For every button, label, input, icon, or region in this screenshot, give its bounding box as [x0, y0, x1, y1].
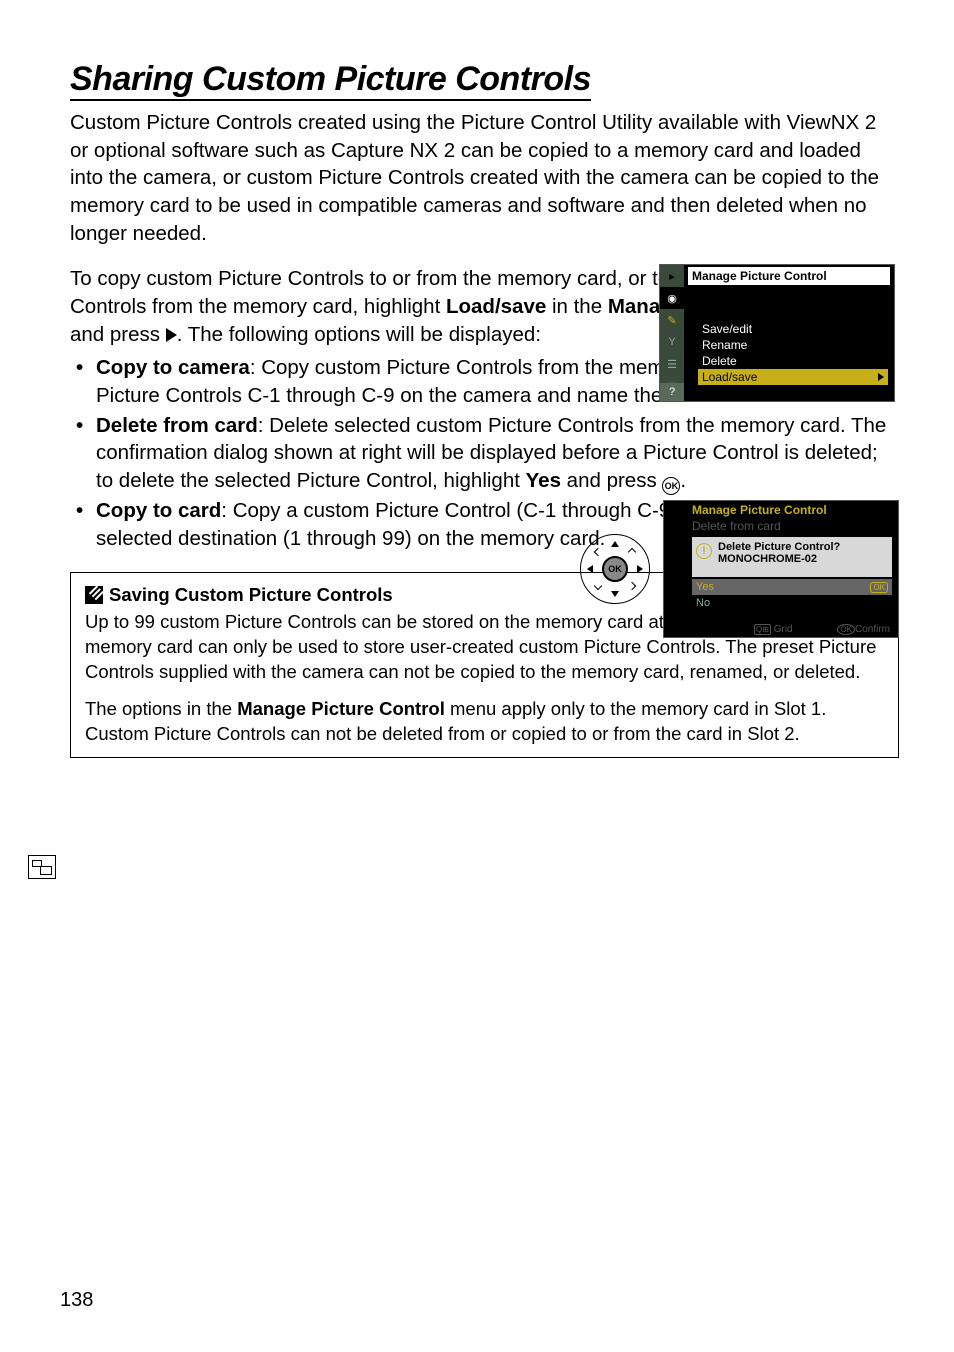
lcd1-title: Manage Picture Control [688, 267, 890, 285]
camera-menu-screenshot-1: Manage Picture Control ▸ ◉ ✎ Y ☰ ⊟ Save/… [659, 264, 895, 402]
ok-icon: OK [662, 477, 680, 495]
note-p2-a: The options in the [85, 698, 237, 719]
bullet2-text-b: and press [561, 469, 662, 492]
lcd2-option-no: No [692, 596, 714, 610]
lcd1-tab-playback-icon: ▸ [660, 265, 684, 287]
dpad-diag-icon [628, 582, 636, 590]
lcd1-item-rename: Rename [698, 337, 888, 353]
page-heading: Sharing Custom Picture Controls [70, 60, 591, 101]
lead-text-f: . The following options will be displaye… [177, 323, 541, 346]
dpad-down-icon [611, 591, 619, 597]
lead-text-c: in the [546, 295, 608, 318]
lcd1-tab-pencil-icon: ✎ [660, 309, 684, 331]
bullet3-title: Copy to card [96, 499, 221, 522]
bullet1-title: Copy to camera [96, 356, 250, 379]
lcd2-footer-grid: Q⊞ Grid [754, 624, 793, 635]
lcd2-ok-badge: OK [870, 582, 888, 593]
lcd2-footer-confirm: OKConfirm [837, 624, 890, 635]
dpad-diag-icon [594, 582, 602, 590]
lcd1-item-saveedit: Save/edit [698, 321, 888, 337]
lcd1-tab-camera-icon: ◉ [660, 287, 684, 309]
intro-paragraph: Custom Picture Controls created using th… [70, 109, 899, 247]
multi-selector-dpad-icon: OK [580, 534, 650, 604]
note-pencil-icon [85, 586, 103, 604]
lcd1-item-loadsave-label: Load/save [702, 370, 757, 384]
lcd2-yes-label: Yes [696, 581, 714, 593]
note-paragraph-2: The options in the Manage Picture Contro… [85, 697, 884, 747]
bullet-delete-from-card: Delete from card: Delete selected custom… [70, 412, 899, 495]
lcd1-tab-wrench-icon: Y [660, 331, 684, 353]
dpad-right-icon [637, 565, 643, 573]
lcd1-item-loadsave: Load/save [698, 369, 888, 385]
note-p2-bold: Manage Picture Control [237, 698, 445, 719]
lcd2-subtitle: Delete from card [692, 519, 781, 533]
lcd2-confirm-box: ! Delete Picture Control? MONOCHROME-02 [692, 537, 892, 577]
lcd2-footer-grid-label: Grid [774, 624, 793, 635]
lcd2-prompt-line2: MONOCHROME-02 [718, 553, 888, 565]
lcd2-option-yes: Yes OK [692, 579, 892, 595]
lead-bold-loadsave: Load/save [446, 295, 546, 318]
lcd1-help-icon: ? [660, 383, 684, 401]
right-arrow-icon [166, 328, 177, 342]
bullet2-text-c: . [680, 469, 686, 492]
page-number: 138 [60, 1289, 93, 1312]
lcd2-footer-confirm-label: Confirm [855, 624, 890, 635]
lcd2-prompt-line1: Delete Picture Control? [718, 541, 888, 553]
dpad-left-icon [587, 565, 593, 573]
bullet2-yes: Yes [526, 469, 561, 492]
lcd1-selected-arrow-icon [878, 373, 884, 381]
dpad-diag-icon [628, 548, 636, 556]
margin-tab-picture-icon [28, 855, 56, 879]
dpad-up-icon [611, 541, 619, 547]
note-heading-text: Saving Custom Picture Controls [109, 584, 393, 605]
warning-icon: ! [696, 543, 712, 559]
dpad-diag-icon [594, 548, 602, 556]
camera-menu-screenshot-2: Manage Picture Control Delete from card … [663, 500, 899, 638]
lcd1-tab-strip: ▸ ◉ ✎ Y ☰ ⊟ [660, 265, 684, 401]
lcd1-item-delete: Delete [698, 353, 888, 369]
bullet2-title: Delete from card [96, 414, 258, 437]
lcd1-tab-retouch-icon: ☰ [660, 353, 684, 375]
lcd2-title: Manage Picture Control [692, 503, 827, 517]
dpad-ok-button-icon: OK [602, 556, 628, 582]
